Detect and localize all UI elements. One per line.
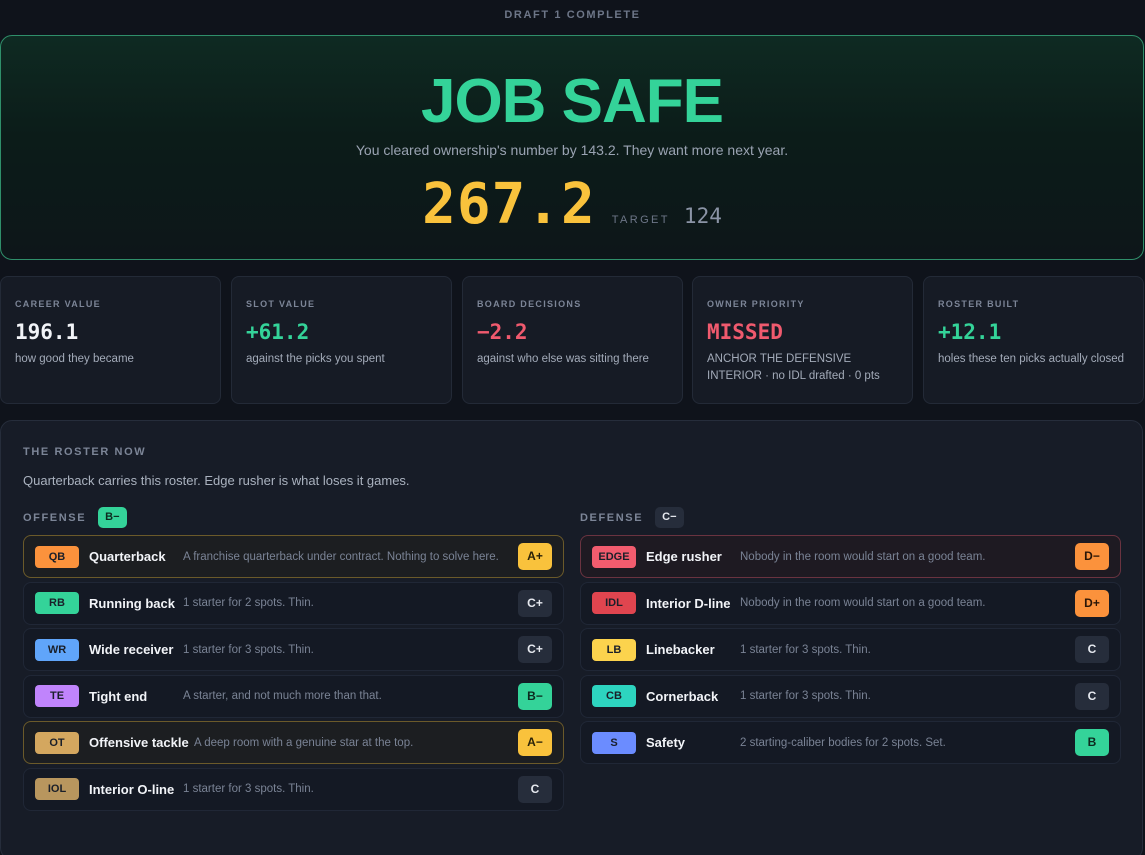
stat-value: MISSED	[707, 320, 783, 344]
position-name: Wide receiver	[89, 642, 174, 657]
stat-card-roster-built: ROSTER BUILT +12.1 holes these ten picks…	[923, 276, 1144, 404]
stat-card-board-decisions: BOARD DECISIONS −2.2 against who else wa…	[462, 276, 683, 404]
offense-header: OFFENSE B−	[23, 507, 127, 528]
total-score: 267.2	[422, 172, 596, 237]
stat-value: −2.2	[477, 320, 528, 344]
position-row-idl[interactable]: IDL Interior D-line Nobody in the room w…	[580, 581, 1121, 625]
position-name: Edge rusher	[646, 549, 722, 564]
position-note: 1 starter for 3 spots. Thin.	[183, 643, 314, 656]
position-grade: B−	[518, 682, 552, 710]
stat-description: holes these ten picks actually closed	[938, 353, 1125, 365]
stat-label: SLOT VALUE	[246, 299, 316, 309]
position-note: Nobody in the room would start on a good…	[740, 597, 986, 609]
defense-label: DEFENSE	[580, 511, 644, 524]
offense-grade: B−	[98, 507, 127, 528]
position-note: 1 starter for 3 spots. Thin.	[183, 783, 314, 795]
position-name: Safety	[646, 735, 686, 750]
position-name: Quarterback	[89, 549, 166, 564]
stat-label: OWNER PRIORITY	[707, 299, 805, 309]
position-grade: C+	[518, 636, 552, 663]
position-row-edge[interactable]: EDGE Edge rusher Nobody in the room woul…	[580, 535, 1121, 578]
position-row-s[interactable]: S Safety 2 starting-caliber bodies for 2…	[580, 721, 1121, 764]
stat-description: against the picks you spent	[246, 353, 385, 365]
position-grade: D+	[1075, 589, 1109, 617]
position-name: Running back	[89, 595, 175, 611]
stat-label: ROSTER BUILT	[938, 299, 1020, 309]
draft-status-label: DRAFT 1 COMPLETE	[504, 9, 641, 21]
position-note: A deep room with a genuine star at the t…	[194, 736, 414, 749]
position-grade: C	[1075, 682, 1109, 710]
position-note: A starter, and not much more than that.	[183, 690, 382, 702]
stat-label: CAREER VALUE	[15, 299, 101, 309]
offense-label: OFFENSE	[23, 511, 87, 524]
position-row-ot[interactable]: OT Offensive tackle A deep room with a g…	[23, 721, 564, 764]
stat-description: against who else was sitting there	[477, 353, 649, 365]
verdict-title: JOB SAFE	[420, 67, 724, 136]
position-badge: TE	[35, 685, 79, 707]
position-name: Cornerback	[646, 688, 719, 704]
position-note: Nobody in the room would start on a good…	[740, 550, 986, 563]
position-name: Offensive tackle	[89, 735, 189, 750]
position-grade: B	[1075, 729, 1109, 756]
position-note: 1 starter for 3 spots. Thin.	[740, 690, 871, 702]
position-badge: S	[592, 731, 636, 754]
target-label: TARGET	[611, 214, 670, 226]
position-name: Interior O-line	[89, 781, 175, 797]
stat-card-owner-priority: OWNER PRIORITY MISSED ANCHOR THE DEFENSI…	[692, 276, 913, 404]
position-note: 1 starter for 2 spots. Thin.	[183, 597, 314, 609]
position-note: A franchise quarterback under contract. …	[183, 550, 499, 563]
stat-value: 196.1	[15, 320, 79, 344]
verdict-subtitle: You cleared ownership's number by 143.2.…	[355, 142, 789, 158]
offense-list: QB Quarterback A franchise quarterback u…	[23, 535, 564, 814]
position-badge: IDL	[592, 592, 636, 614]
position-grade: C	[1075, 636, 1109, 663]
position-row-rb[interactable]: RB Running back 1 starter for 2 spots. T…	[23, 581, 564, 625]
position-grade: D−	[1075, 543, 1109, 570]
position-badge: OT	[35, 731, 79, 754]
position-row-wr[interactable]: WR Wide receiver 1 starter for 3 spots. …	[23, 628, 564, 671]
position-grade: A+	[518, 543, 552, 570]
position-note: 2 starting-caliber bodies for 2 spots. S…	[740, 736, 946, 749]
position-note: 1 starter for 3 spots. Thin.	[740, 643, 871, 656]
position-name: Tight end	[89, 688, 148, 704]
position-badge: LB	[592, 638, 636, 661]
stat-value: +12.1	[938, 320, 1002, 344]
position-grade: C+	[518, 589, 552, 617]
position-badge: IOL	[35, 778, 79, 800]
position-row-te[interactable]: TE Tight end A starter, and not much mor…	[23, 674, 564, 718]
roster-panel: THE ROSTER NOW Quarterback carries this …	[0, 420, 1143, 855]
stat-description: ANCHOR THE DEFENSIVE INTERIOR · no IDL d…	[707, 353, 880, 382]
stat-value: +61.2	[246, 320, 310, 344]
position-badge: EDGE	[592, 545, 636, 568]
stat-label: BOARD DECISIONS	[477, 299, 582, 309]
defense-list: EDGE Edge rusher Nobody in the room woul…	[580, 535, 1121, 768]
position-grade: C	[518, 775, 552, 803]
position-row-lb[interactable]: LB Linebacker 1 starter for 3 spots. Thi…	[580, 628, 1121, 671]
position-badge: RB	[35, 592, 79, 614]
stat-card-career-value: CAREER VALUE 196.1 how good they became	[0, 276, 221, 404]
position-name: Interior D-line	[646, 595, 731, 611]
position-badge: WR	[35, 638, 79, 661]
position-row-cb[interactable]: CB Cornerback 1 starter for 3 spots. Thi…	[580, 674, 1121, 718]
stat-description: how good they became	[15, 353, 134, 365]
defense-header: DEFENSE C−	[580, 507, 684, 528]
roster-title: THE ROSTER NOW	[23, 446, 147, 458]
stat-cards: CAREER VALUE 196.1 how good they became …	[0, 276, 1145, 404]
score-row: 267.2 TARGET 124	[1, 173, 1143, 237]
target-value: 124	[683, 204, 722, 228]
position-name: Linebacker	[646, 642, 715, 657]
stat-card-slot-value: SLOT VALUE +61.2 against the picks you s…	[231, 276, 452, 404]
roster-summary: Quarterback carries this roster. Edge ru…	[23, 473, 410, 488]
verdict-panel: JOB SAFE You cleared ownership's number …	[0, 35, 1144, 260]
position-grade: A−	[518, 729, 552, 756]
position-badge: QB	[35, 545, 79, 568]
defense-grade: C−	[655, 507, 684, 528]
position-row-iol[interactable]: IOL Interior O-line 1 starter for 3 spot…	[23, 767, 564, 811]
position-badge: CB	[592, 685, 636, 707]
position-row-qb[interactable]: QB Quarterback A franchise quarterback u…	[23, 535, 564, 578]
